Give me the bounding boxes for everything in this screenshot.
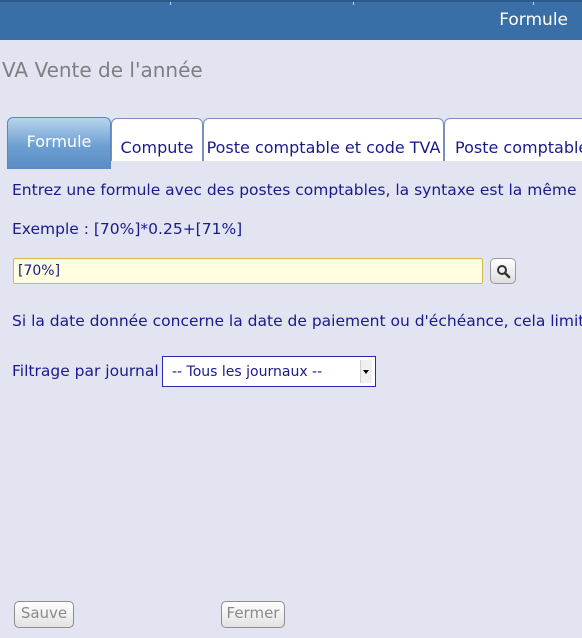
topbar-divider: [353, 2, 354, 5]
journal-select-value: -- Tous les journaux --: [172, 364, 323, 380]
journal-select[interactable]: -- Tous les journaux --: [162, 356, 376, 387]
search-button[interactable]: [490, 258, 516, 284]
tab-label: Formule: [26, 132, 92, 151]
magnifier-icon: [497, 265, 511, 279]
tab-label: Poste comptable: [455, 138, 582, 157]
tab-label: Compute: [120, 138, 194, 157]
formula-input[interactable]: [13, 258, 483, 284]
header-title: Formule: [499, 10, 568, 30]
tab-label: Poste comptable et code TVA: [206, 138, 441, 157]
formula-example: Exemple : [70%]*0.25+[71%]: [12, 220, 243, 238]
tab-poste-comptable-tva[interactable]: Poste comptable et code TVA: [203, 118, 444, 161]
top-bar: Formule: [0, 0, 582, 40]
journal-filter-label: Filtrage par journal: [12, 362, 159, 380]
close-button[interactable]: Fermer: [221, 601, 285, 628]
tab-formule[interactable]: Formule: [7, 117, 111, 169]
topbar-divider: [533, 2, 534, 5]
chevron-down-icon: [360, 360, 372, 383]
save-button[interactable]: Sauve: [14, 601, 74, 628]
page-title: VA Vente de l'année: [2, 58, 203, 82]
tab-compute[interactable]: Compute: [111, 118, 203, 161]
topbar-divider: [170, 2, 171, 5]
date-note: Si la date donnée concerne la date de pa…: [12, 312, 582, 330]
formula-instruction: Entrez une formule avec des postes compt…: [12, 181, 582, 199]
tab-poste-comptable[interactable]: Poste comptable: [444, 118, 582, 161]
